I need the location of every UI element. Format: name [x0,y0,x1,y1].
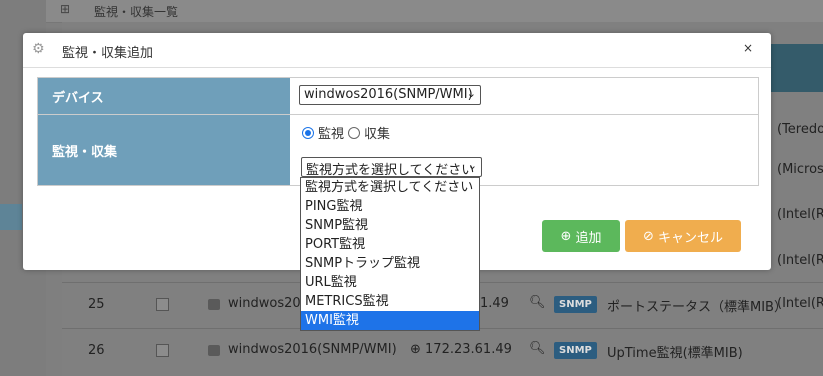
device-select-value: windwos2016(SNMP/WMI) [304,87,473,102]
chevron-down-icon: ⌄ [466,87,476,100]
search-icon[interactable]: 🔍︎ [529,295,546,310]
row-checkbox[interactable] [156,344,169,357]
dropdown-option[interactable]: PING監視 [301,197,479,216]
dropdown-option[interactable]: URL監視 [301,273,479,292]
monitor-value-cell: 監視 収集 監視方式を選択してください ⌄ [290,115,758,185]
monitor-description: UpTime監視(標準MIB) [607,346,743,361]
snmp-badge: SNMP [554,296,597,313]
snmp-badge: SNMP [554,342,597,359]
ban-icon: ⊘ [643,228,654,244]
method-select-value: 監視方式を選択してください [306,163,475,178]
monitor-row: 監視・収集 監視 収集 監視方式を選択してください ⌄ [38,115,758,185]
dropdown-option[interactable]: SNMPトラップ監視 [301,254,479,273]
cancel-button[interactable]: ⊘ キャンセル [625,220,741,252]
radio-monitor[interactable] [302,126,314,139]
radio-collect-label[interactable]: 収集 [364,123,390,142]
cancel-button-label: キャンセル [657,230,723,246]
page-title: 監視・収集一覧 [94,5,179,19]
table-row: 26 windwos2016(SNMP/WMI) ⊕ 172.23.61.49 … [62,328,823,375]
dropdown-option[interactable]: SNMP監視 [301,216,479,235]
row-number: 25 [88,297,105,312]
sidebar-selected-item[interactable] [0,204,22,230]
monitor-type-radio-group: 監視 収集 [302,123,390,142]
close-button[interactable]: × [743,41,753,55]
device-name[interactable]: windwos2016(SNMP/WMI) [228,342,397,357]
radio-monitor-label[interactable]: 監視 [318,123,344,142]
radio-collect[interactable] [348,126,361,139]
ip-address-text: 172.23.61.49 [425,342,512,357]
table-cell-text: (Intel(R [777,296,823,311]
dialog-header: ⚙ 監視・収集追加 × [23,33,771,68]
dropdown-option[interactable]: METRICS監視 [301,292,479,311]
dropdown-option[interactable]: 監視方式を選択してください [301,178,479,197]
plus-circle-icon: ⊕ [560,228,572,244]
device-value-cell: windwos2016(SNMP/WMI) ⌄ [290,78,758,114]
device-icon [208,299,220,310]
add-button-label: 追加 [575,230,602,246]
device-name[interactable]: windwos201 [228,296,309,311]
add-button[interactable]: ⊕ 追加 [542,220,620,252]
grid-icon: ⊞ [60,2,71,16]
row-number: 26 [88,343,105,358]
device-label: デバイス [38,78,290,114]
row-checkbox[interactable] [156,298,169,311]
form-table: デバイス windwos2016(SNMP/WMI) ⌄ 監視・収集 監視 収集… [37,77,759,186]
chevron-down-icon: ⌄ [467,159,477,172]
method-select[interactable]: 監視方式を選択してください ⌄ [301,157,482,178]
globe-icon: ⊕ [410,342,426,357]
ip-address: 1.49 [480,296,509,311]
device-row: デバイス windwos2016(SNMP/WMI) ⌄ [38,78,758,115]
search-icon[interactable]: 🔍︎ [529,341,546,356]
device-icon [208,345,220,356]
method-dropdown-list: 監視方式を選択してください PING監視 SNMP監視 PORT監視 SNMPト… [300,177,480,331]
gear-icon: ⚙ [32,41,45,57]
device-select[interactable]: windwos2016(SNMP/WMI) ⌄ [299,85,481,105]
table-cell-text: (Microso [777,162,823,177]
monitor-description: ポートステータス（標準MIB） [607,300,787,315]
monitor-label: 監視・収集 [38,115,290,185]
table-cell-text: (Intel(R [777,253,823,268]
dropdown-option[interactable]: PORT監視 [301,235,479,254]
table-cell-text: (Intel(R [777,207,823,222]
top-bar: ⊞ 監視・収集一覧 [46,0,823,23]
dialog-title: 監視・収集追加 [62,46,154,61]
dropdown-option[interactable]: WMI監視 [301,311,479,330]
table-cell-text: (Teredo [777,122,823,137]
ip-address: ⊕ 172.23.61.49 [410,342,512,357]
